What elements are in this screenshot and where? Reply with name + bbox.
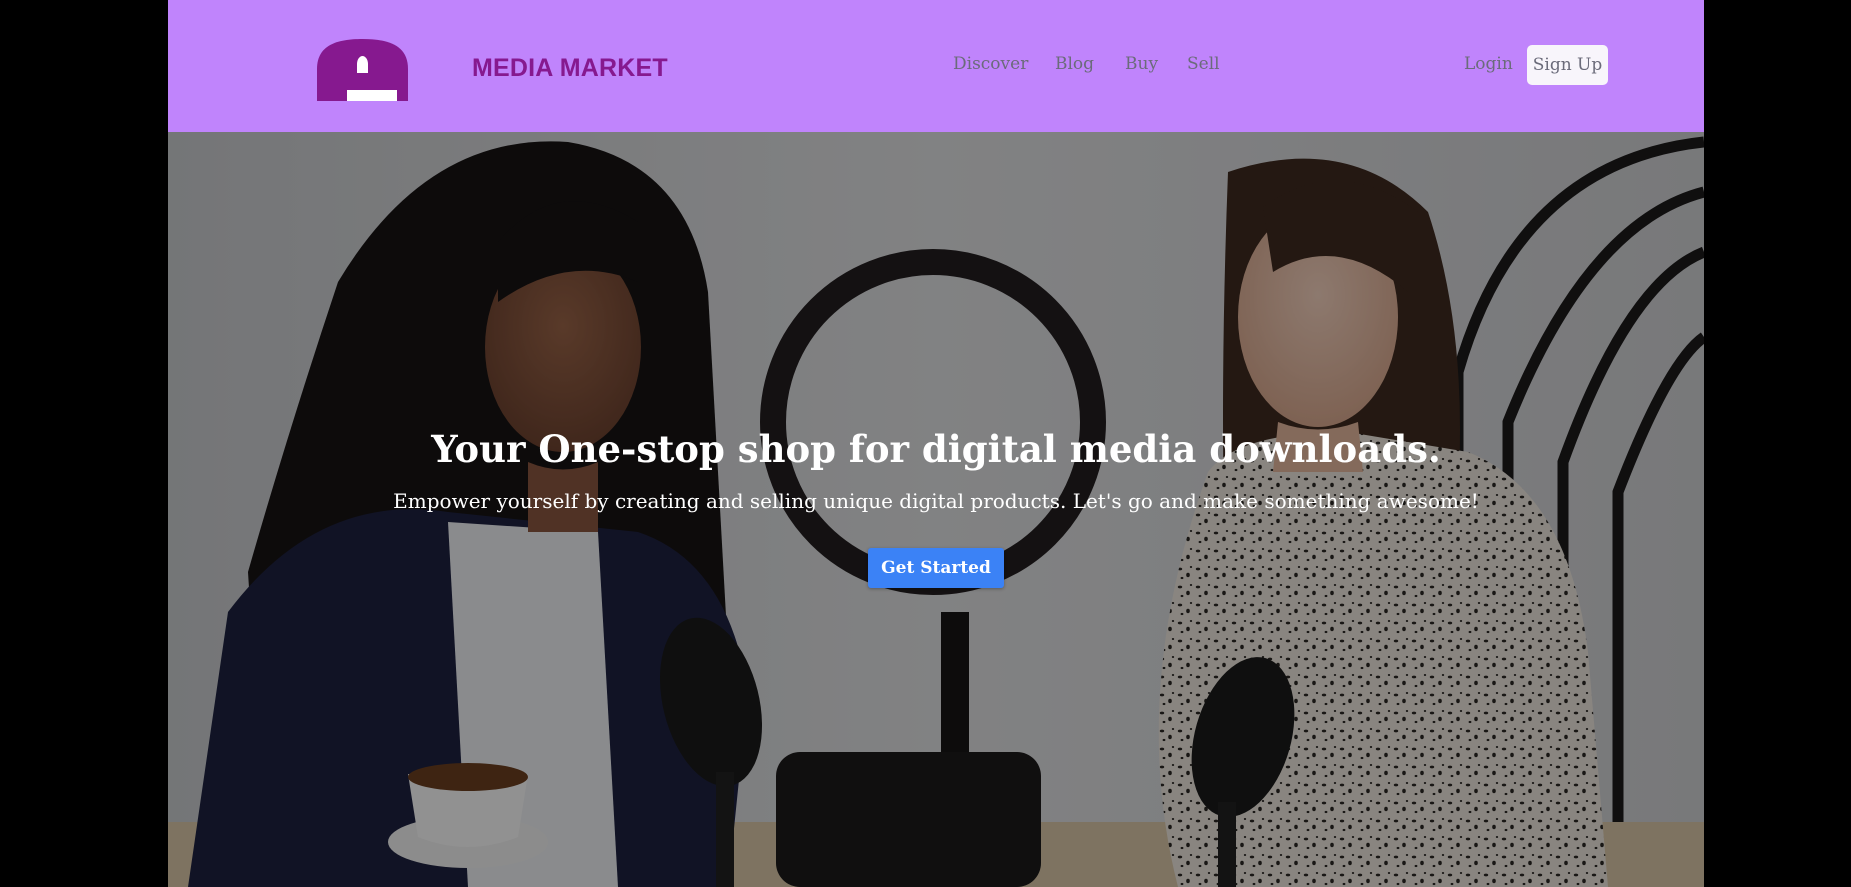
hero-subtitle: Empower yourself by creating and selling… [393, 489, 1479, 513]
nav-discover-link[interactable]: Discover [953, 54, 1028, 74]
brand-name[interactable]: MEDIA MARKET [472, 54, 668, 83]
nav-sell-link[interactable]: Sell [1187, 54, 1220, 74]
signup-button[interactable]: Sign Up [1527, 45, 1608, 85]
nav-blog-link[interactable]: Blog [1055, 54, 1094, 74]
hero-title: Your One-stop shop for digital media dow… [431, 427, 1441, 471]
login-link[interactable]: Login [1464, 54, 1513, 74]
hero-section: Your One-stop shop for digital media dow… [168, 132, 1704, 887]
nav-buy-link[interactable]: Buy [1125, 54, 1158, 74]
media-market-logo-icon[interactable] [317, 39, 408, 101]
page-frame: MEDIA MARKET Discover Blog Buy Sell Logi… [168, 0, 1704, 887]
get-started-button[interactable]: Get Started [868, 548, 1004, 588]
navbar: MEDIA MARKET Discover Blog Buy Sell Logi… [168, 0, 1704, 132]
